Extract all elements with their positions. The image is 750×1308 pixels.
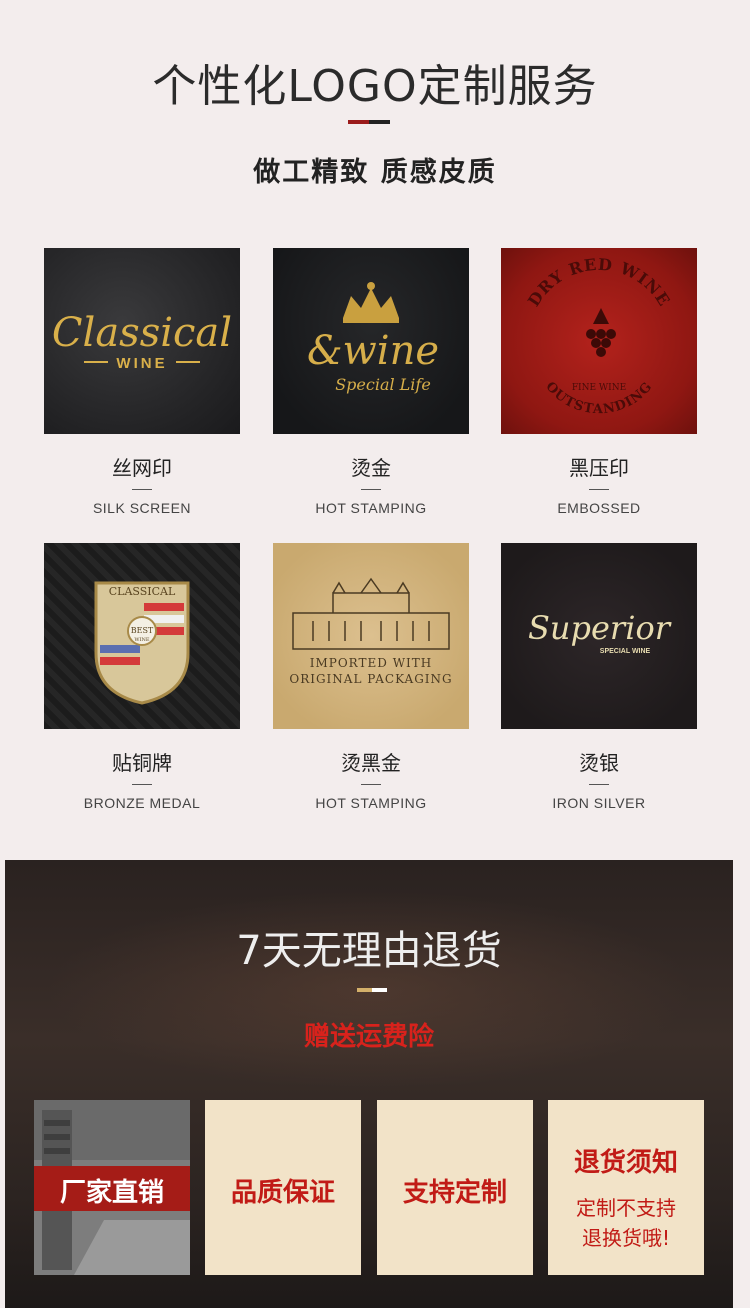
- craft-card-hot-stamping[interactable]: &wine Special Life 烫金 HOT STAMPING: [273, 248, 469, 516]
- page-title: 个性化LOGO定制服务: [152, 61, 598, 112]
- craft-card-silk-screen[interactable]: Classical WINE 丝网印 SILK SCREEN: [44, 248, 240, 516]
- quality-guarantee-label: 品质保证: [230, 1178, 335, 1208]
- title-divider: [348, 120, 390, 124]
- original-packaging-text: ORIGINAL PACKAGING: [289, 672, 452, 686]
- return-policy-section: 7天无理由退货 赠送运费险 厂家直销 品质保证 支持定制 退货须知 定制不支持 …: [5, 860, 733, 1308]
- craft-card-hot-stamping-black[interactable]: IMPORTED WITH ORIGINAL PACKAGING 烫黑金 HOT…: [273, 543, 469, 811]
- craft-name-cn: 丝网印: [112, 456, 172, 480]
- craft-name-cn: 贴铜牌: [112, 751, 172, 775]
- customization-card[interactable]: 支持定制: [377, 1100, 533, 1275]
- wine-brand-text: &wine: [307, 328, 439, 374]
- classical-logo-text: Classical: [52, 310, 232, 356]
- imported-with-text: IMPORTED WITH: [310, 656, 433, 670]
- shipping-insurance-label: 赠送运费险: [303, 1022, 434, 1052]
- craft-name-en: BRONZE MEDAL: [83, 795, 201, 811]
- customization-label: 支持定制: [402, 1178, 507, 1208]
- craft-name-cn: 烫银: [579, 751, 619, 775]
- grape-icon: [586, 308, 616, 357]
- quality-guarantee-card[interactable]: 品质保证: [205, 1100, 361, 1275]
- return-title: 7天无理由退货: [236, 928, 502, 974]
- classical-badge-text: CLASSICAL: [109, 585, 176, 598]
- return-notice-line-1: 定制不支持: [576, 1196, 676, 1220]
- fine-wine-text: FINE WINE: [572, 383, 626, 393]
- hot-stamping-sample: &wine Special Life: [273, 248, 469, 434]
- wine-logo-text: WINE: [116, 355, 167, 372]
- special-wine-text: SPECIAL WINE: [600, 648, 651, 655]
- craft-card-bronze-medal[interactable]: CLASSICAL BEST WINE 贴铜牌 BRONZE MEDAL: [44, 543, 240, 811]
- craft-card-embossed[interactable]: DRY RED WINE FINE WINE OUTSTANDING 黑压印 E…: [501, 248, 697, 516]
- castle-icon: [292, 577, 450, 650]
- return-divider: [357, 988, 387, 992]
- svg-text:DRY RED WINE: DRY RED WINE: [524, 255, 674, 310]
- craft-name-cn: 烫金: [351, 456, 391, 480]
- silk-screen-sample: Classical WINE: [44, 248, 240, 434]
- dry-red-wine-text: DRY RED WINE: [524, 255, 673, 310]
- craft-name-en: HOT STAMPING: [315, 795, 427, 811]
- superior-text: Superior: [528, 609, 672, 647]
- return-notice-line-2: 退换货哦!: [581, 1226, 671, 1250]
- page-subtitle: 做工精致 质感皮质: [253, 157, 497, 188]
- embossed-sample: DRY RED WINE FINE WINE OUTSTANDING: [501, 248, 697, 434]
- crown-icon: [343, 282, 399, 323]
- best-badge-text: BEST: [131, 626, 154, 635]
- craft-name-en: SILK SCREEN: [92, 500, 192, 516]
- craft-name-en: IRON SILVER: [552, 795, 646, 811]
- factory-direct-card[interactable]: 厂家直销: [34, 1100, 190, 1275]
- return-notice-title: 退货须知: [573, 1148, 678, 1178]
- return-notice-card[interactable]: 退货须知 定制不支持 退换货哦!: [548, 1100, 704, 1275]
- craft-name-cn: 烫黑金: [341, 751, 401, 775]
- craft-name-en: EMBOSSED: [557, 500, 641, 516]
- hot-stamping-black-sample: IMPORTED WITH ORIGINAL PACKAGING: [273, 543, 469, 729]
- iron-silver-sample: Superior SPECIAL WINE: [501, 543, 697, 729]
- craft-name-en: HOT STAMPING: [315, 500, 427, 516]
- shield-badge-icon: [94, 581, 190, 705]
- craft-name-cn: 黑压印: [569, 456, 629, 480]
- bronze-medal-sample: CLASSICAL BEST WINE: [44, 543, 240, 729]
- special-life-text: Special Life: [335, 375, 431, 394]
- craft-card-iron-silver[interactable]: Superior SPECIAL WINE 烫银 IRON SILVER: [501, 543, 697, 811]
- logo-customization-section: 个性化LOGO定制服务 做工精致 质感皮质 Classical WINE 丝网印…: [0, 0, 750, 860]
- factory-direct-label: 厂家直销: [59, 1178, 164, 1208]
- wine-badge-text: WINE: [134, 637, 149, 643]
